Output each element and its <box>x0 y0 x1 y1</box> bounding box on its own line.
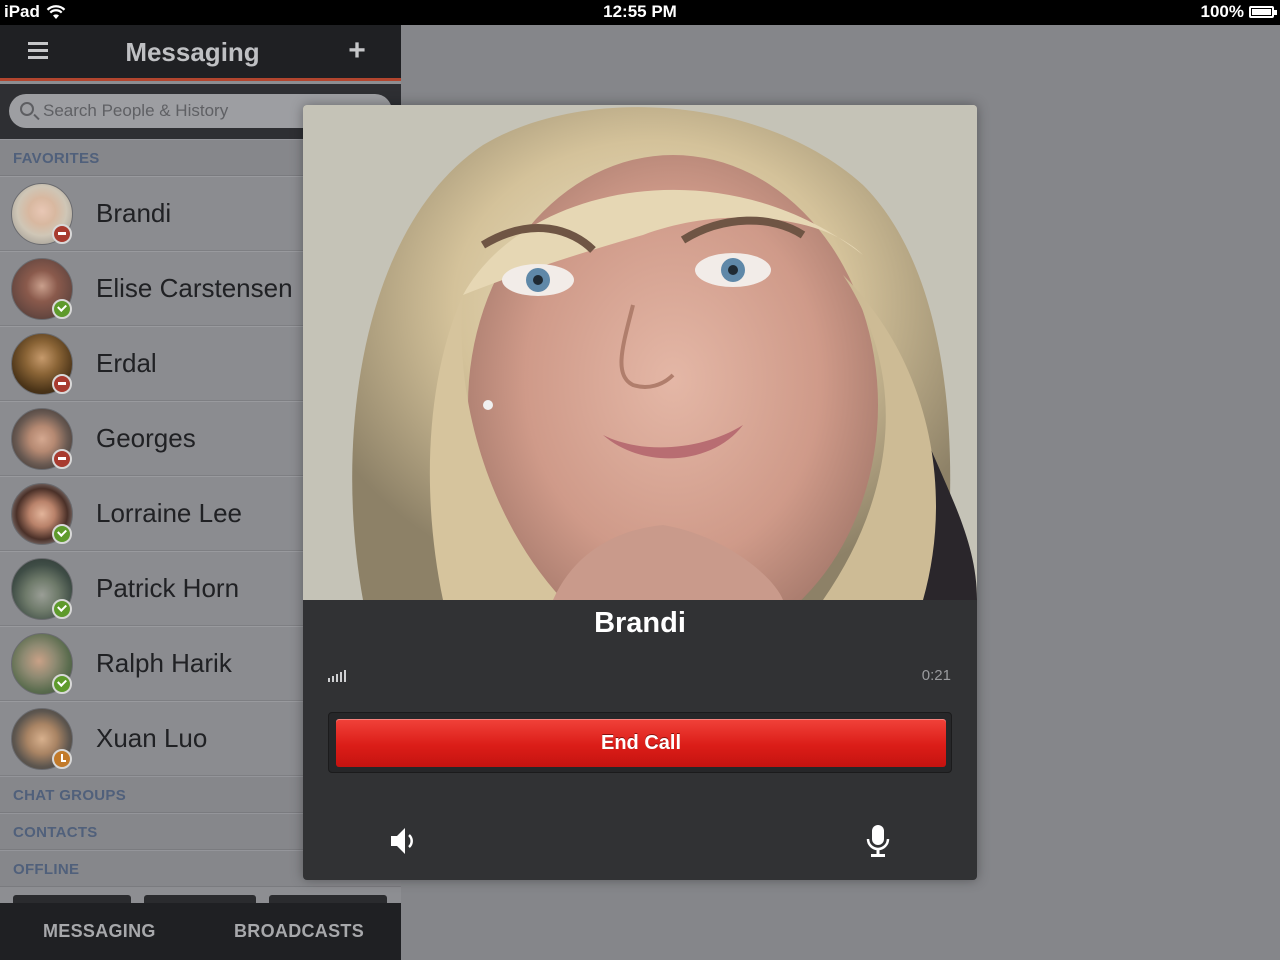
caller-name: Brandi <box>594 607 686 639</box>
call-panel: Brandi 0:21 End Call <box>303 105 977 880</box>
speaker-button[interactable] <box>387 823 421 859</box>
tab-divider <box>144 895 256 903</box>
status-online-icon <box>52 674 72 694</box>
status-away-icon <box>52 749 72 769</box>
bottom-tab-bar: MESSAGING BROADCASTS <box>0 895 401 960</box>
call-duration: 0:21 <box>921 667 951 684</box>
contact-name: Ralph Harik <box>96 648 232 678</box>
contact-name: Lorraine Lee <box>96 498 242 528</box>
contact-name: Brandi <box>96 198 172 228</box>
speaker-icon <box>391 828 413 854</box>
tab-messaging[interactable]: MESSAGING <box>43 921 156 942</box>
status-online-icon <box>52 524 72 544</box>
signal-strength-icon <box>328 670 350 682</box>
tab-divider <box>269 895 387 903</box>
section-offline-label: OFFLINE <box>13 861 80 878</box>
status-busy-icon <box>52 449 72 469</box>
contact-name: Erdal <box>96 348 157 378</box>
nav-bar: Messaging + <box>0 25 401 81</box>
status-busy-icon <box>52 224 72 244</box>
plus-icon: + <box>348 34 366 67</box>
status-bar: iPad 12:55 PM 100% <box>0 0 1280 25</box>
section-favorites-label: FAVORITES <box>13 150 100 167</box>
caller-portrait <box>303 105 977 600</box>
end-call-well: End Call <box>328 712 952 773</box>
caller-photo <box>303 105 977 600</box>
clock: 12:55 PM <box>603 2 677 21</box>
battery-icon <box>1249 6 1277 18</box>
status-online-icon <box>52 299 72 319</box>
status-online-icon <box>52 599 72 619</box>
add-button[interactable]: + <box>342 33 372 69</box>
battery-percent: 100% <box>1200 2 1244 21</box>
contact-name: Patrick Horn <box>96 573 240 603</box>
section-chat-groups-label: CHAT GROUPS <box>13 787 127 804</box>
status-busy-icon <box>52 374 72 394</box>
tab-broadcasts[interactable]: BROADCASTS <box>234 921 364 942</box>
section-contacts-label: CONTACTS <box>13 824 98 841</box>
contact-name: Elise Carstensen <box>96 273 293 303</box>
page-title: Messaging <box>125 37 260 67</box>
status-right: 100% <box>1200 2 1277 22</box>
contact-name: Xuan Luo <box>96 723 208 753</box>
magnifier-icon <box>20 102 34 116</box>
tab-divider <box>13 895 131 903</box>
microphone-icon <box>866 825 890 857</box>
microphone-button[interactable] <box>861 823 895 859</box>
end-call-button[interactable]: End Call <box>336 719 946 767</box>
contact-name: Georges <box>96 423 196 453</box>
